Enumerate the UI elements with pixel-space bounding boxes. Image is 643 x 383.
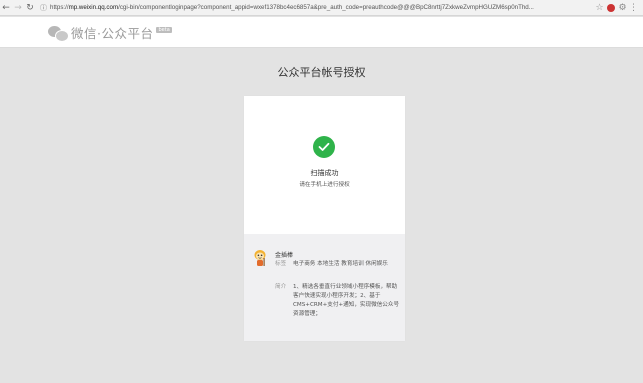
logo[interactable]: 微信·公众平台 beta (48, 23, 172, 42)
wechat-logo-icon (48, 25, 69, 42)
address-bar[interactable]: ⓘ https://mp.weixin.qq.com/cgi-bin/compo… (40, 2, 590, 13)
beta-badge: beta (156, 26, 172, 33)
url-prefix: https:// (50, 4, 69, 11)
forward-icon[interactable]: → (12, 0, 24, 16)
logo-text: 微信·公众平台 (71, 26, 154, 41)
url-path: /cgi-bin/componentloginpage?component_ap… (118, 4, 534, 11)
url-host: mp.weixin.qq.com (68, 4, 119, 11)
menu-icon[interactable]: ⋮ (628, 3, 639, 13)
scan-status: 扫描成功 (310, 169, 339, 177)
tags-label: 标签 (275, 261, 287, 267)
intro-label: 简介 (275, 284, 287, 290)
auth-card: 扫描成功 请在手机上进行授权 金插棒 标签 电子商务 本地生活 教育培训 休闲娱… (244, 96, 405, 341)
app-info-panel: 金插棒 标签 电子商务 本地生活 教育培训 休闲娱乐 简介 1、精选各垂直行业领… (244, 234, 405, 341)
tags-value: 电子商务 本地生活 教育培训 休闲娱乐 (293, 261, 388, 267)
success-check-icon (313, 136, 335, 158)
site-info-icon[interactable]: ⓘ (40, 3, 47, 13)
page-title: 公众平台帐号授权 (277, 66, 366, 79)
reload-icon[interactable]: ↻ (24, 0, 36, 16)
extension-icon[interactable] (607, 3, 615, 12)
site-header: 微信·公众平台 beta (0, 17, 643, 48)
browser-toolbar: ← → ↻ ⓘ https://mp.weixin.qq.com/cgi-bin… (0, 0, 643, 16)
app-name: 金插棒 (275, 252, 294, 259)
intro-value: 1、精选各垂直行业领域小程序模板，帮助客户快速实现小程序开发；2、基于CMS+C… (293, 284, 400, 317)
extension-2-icon[interactable]: ⚙ (617, 3, 628, 13)
bookmark-star-icon[interactable]: ☆ (594, 3, 605, 13)
app-avatar-icon (254, 250, 266, 266)
scan-hint: 请在手机上进行授权 (299, 182, 350, 188)
back-icon[interactable]: ← (0, 0, 12, 16)
